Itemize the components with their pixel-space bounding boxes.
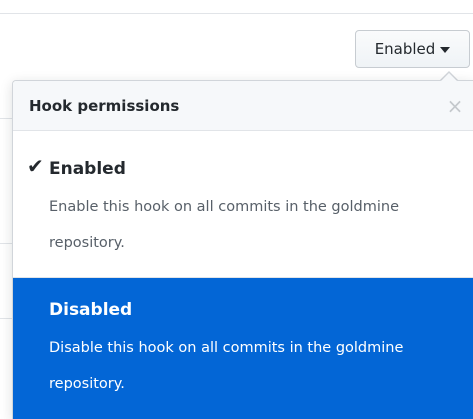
check-icon: ✔ <box>27 154 44 178</box>
page: Enabled Hook permissions × ✔ Enabled Ena… <box>0 0 473 419</box>
menu-item-enabled[interactable]: ✔ Enabled Enable this hook on all commit… <box>13 132 473 278</box>
divider <box>0 13 473 14</box>
menu-title: Hook permissions <box>29 96 180 115</box>
dropdown-button-label: Enabled <box>374 40 436 58</box>
menu-item-title: Disabled <box>49 300 133 320</box>
hook-status-dropdown-button[interactable]: Enabled <box>355 30 470 68</box>
close-icon[interactable]: × <box>443 94 467 118</box>
menu-header: Hook permissions × <box>13 81 473 131</box>
divider <box>0 318 12 319</box>
hook-permissions-menu: Hook permissions × ✔ Enabled Enable this… <box>12 80 473 419</box>
menu-pointer-fill <box>441 73 457 81</box>
caret-down-icon <box>440 47 451 53</box>
menu-item-description: Enable this hook on all commits in the g… <box>49 199 400 251</box>
divider <box>0 243 12 244</box>
menu-item-title: Enabled <box>49 159 126 179</box>
divider <box>0 118 12 119</box>
menu-item-disabled[interactable]: Disabled Disable this hook on all commit… <box>13 278 473 419</box>
menu-item-description: Disable this hook on all commits in the … <box>49 340 404 392</box>
